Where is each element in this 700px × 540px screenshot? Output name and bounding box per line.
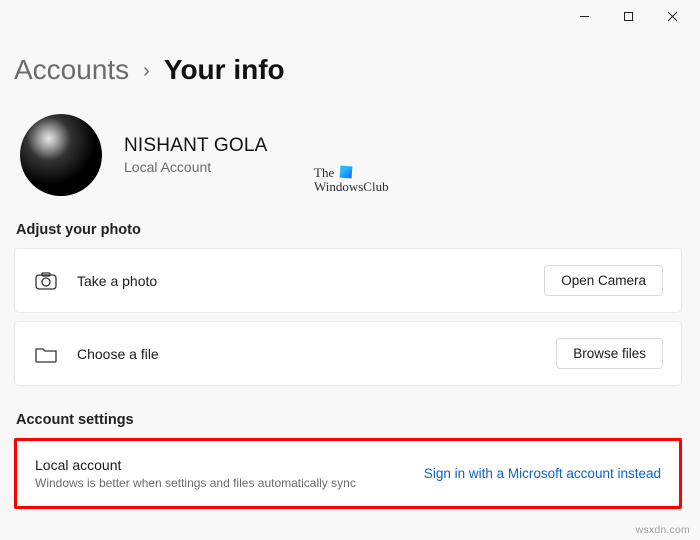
highlighted-account-row: Local account Windows is better when set… [14,438,682,509]
row-local-account: Local account Windows is better when set… [17,441,679,506]
row-choose-file-label: Choose a file [77,346,556,362]
close-button[interactable] [650,2,694,30]
row-choose-file: Choose a file Browse files [14,321,682,386]
row-take-photo-label: Take a photo [77,273,544,289]
profile-text: NISHANT GOLA Local Account [124,135,268,175]
row-local-account-text: Local account Windows is better when set… [35,457,424,490]
maximize-button[interactable] [606,2,650,30]
minimize-button[interactable] [562,2,606,30]
page-title: Your info [164,54,285,86]
breadcrumb: Accounts › Your info [14,54,682,86]
watermark-line2: WindowsClub [314,179,389,194]
content-area: Accounts › Your info NISHANT GOLA Local … [0,54,700,509]
profile-name: NISHANT GOLA [124,135,268,157]
browse-files-button[interactable]: Browse files [556,338,663,369]
breadcrumb-separator: › [143,60,150,83]
local-account-subtitle: Windows is better when settings and file… [35,476,424,490]
open-camera-button[interactable]: Open Camera [544,265,663,296]
local-account-title: Local account [35,457,424,473]
profile-type: Local Account [124,159,268,175]
watermark-line1: The [314,165,334,180]
avatar [20,114,102,196]
row-take-photo: Take a photo Open Camera [14,248,682,313]
sign-in-microsoft-link[interactable]: Sign in with a Microsoft account instead [424,466,661,481]
footer-watermark: wsxdn.com [636,524,690,536]
settings-window: Accounts › Your info NISHANT GOLA Local … [0,0,700,540]
breadcrumb-parent[interactable]: Accounts [14,54,129,86]
section-adjust-photo: Adjust your photo [16,222,682,238]
camera-icon [33,272,59,290]
watermark: The WindowsClub [314,166,389,194]
section-account-settings: Account settings [16,412,682,428]
titlebar [0,0,700,32]
folder-icon [33,345,59,363]
profile-header: NISHANT GOLA Local Account The WindowsCl… [14,114,682,196]
watermark-square-icon [340,166,353,179]
